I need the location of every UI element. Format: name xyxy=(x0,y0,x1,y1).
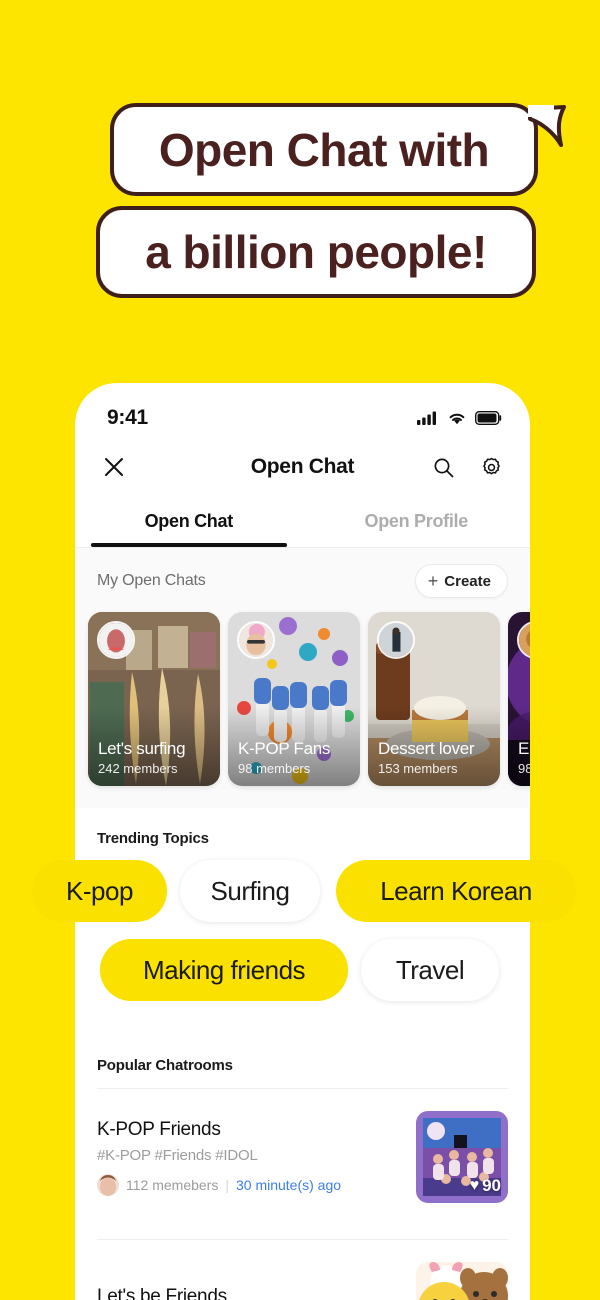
card-title: E xyxy=(518,739,530,758)
status-bar: 9:41 xyxy=(75,383,530,439)
headline-line-2: a billion people! xyxy=(145,226,487,278)
open-chat-card[interactable]: E 98 xyxy=(508,612,530,786)
search-button[interactable] xyxy=(426,450,460,484)
card-title: Let's surfing xyxy=(98,739,186,758)
meta-separator: | xyxy=(225,1176,229,1193)
avatar-image xyxy=(519,623,530,657)
card-member-count: 98 members xyxy=(238,761,311,776)
card-meta: K-POP Fans 98 members xyxy=(238,739,352,776)
gear-icon xyxy=(482,457,500,474)
tab-open-chat[interactable]: Open Chat xyxy=(75,495,303,547)
chip-learn-korean[interactable]: Learn Korean xyxy=(336,860,576,922)
create-button-label: Create xyxy=(444,572,491,590)
card-title: K-POP Fans xyxy=(238,739,331,758)
chip-label: Learn Korean xyxy=(380,875,532,906)
chip-label: Surfing xyxy=(210,875,290,906)
trending-topics-title: Trending Topics xyxy=(97,830,209,847)
avatar xyxy=(97,1173,119,1196)
card-title: Dessert lover xyxy=(378,739,475,758)
chatroom-info: K-POP Friends #K-POP #Friends #IDOL 112 … xyxy=(97,1119,341,1196)
chip-k-pop[interactable]: K-pop xyxy=(32,860,167,922)
chatroom-tags: #K-POP #Friends #IDOL xyxy=(97,1146,258,1164)
chatroom-name: Let's be Friends xyxy=(97,1285,227,1300)
tab-open-profile-label: Open Profile xyxy=(364,510,469,531)
tab-open-profile[interactable]: Open Profile xyxy=(303,495,531,547)
plus-icon: + xyxy=(427,571,439,591)
open-chat-card[interactable]: K-POP Fans 98 members xyxy=(228,612,360,786)
open-chat-card[interactable]: Dessert lover 153 members xyxy=(368,612,500,786)
card-member-count: 242 members xyxy=(98,761,178,776)
avatar-image xyxy=(379,623,413,657)
chip-label: Travel xyxy=(395,954,465,985)
speech-bubble-tail-icon xyxy=(528,105,566,147)
chatroom-member-count: 112 memebers xyxy=(126,1176,219,1193)
card-meta: Let's surfing 242 members xyxy=(98,739,212,776)
search-icon xyxy=(434,458,453,477)
chatroom-meta: 112 memebers | 30 minute(s) ago xyxy=(97,1173,342,1196)
card-member-count: 98 xyxy=(518,761,530,776)
avatar xyxy=(237,621,275,659)
chatroom-timestamp: 30 minute(s) ago xyxy=(235,1176,342,1193)
card-meta: E 98 xyxy=(518,739,530,776)
like-count-badge: ♥ 90 xyxy=(470,1176,501,1196)
chip-making-friends[interactable]: Making friends xyxy=(100,939,348,1001)
avatar-image xyxy=(239,623,273,657)
headline-bubble-1: Open Chat with xyxy=(110,103,566,196)
avatar xyxy=(97,621,135,659)
chatroom-name: K-POP Friends xyxy=(97,1118,221,1140)
heart-icon: ♥ xyxy=(469,1177,480,1194)
chip-surfing[interactable]: Surfing xyxy=(180,860,320,922)
like-count: 90 xyxy=(482,1176,501,1195)
close-button[interactable] xyxy=(97,450,131,484)
phone-mockup: 9:41 Open Chat Open Chat Open Profile My… xyxy=(75,383,530,1300)
tab-bar: Open Chat Open Profile xyxy=(75,495,530,547)
avatar-image xyxy=(99,623,133,657)
chatroom-list-item[interactable]: Let's be Friends #English #Music #Travel… xyxy=(75,1240,530,1300)
status-time: 9:41 xyxy=(107,406,148,429)
my-open-chats-section: My Open Chats + Create Let's surfing 242… xyxy=(75,548,530,808)
headline-bubble-2: a billion people! xyxy=(96,206,536,298)
chatroom-list-item[interactable]: K-POP Friends #K-POP #Friends #IDOL 112 … xyxy=(75,1089,530,1225)
avatar-image xyxy=(97,1173,119,1196)
chatroom-thumbnail xyxy=(416,1262,508,1300)
tab-open-chat-label: Open Chat xyxy=(144,510,234,531)
card-meta: Dessert lover 153 members xyxy=(378,739,492,776)
my-open-chats-title: My Open Chats xyxy=(97,572,206,589)
chip-travel[interactable]: Travel xyxy=(361,939,499,1001)
chip-label: K-pop xyxy=(66,875,133,906)
settings-button[interactable] xyxy=(474,450,508,484)
avatar xyxy=(377,621,415,659)
status-icons xyxy=(417,411,502,426)
my-open-chats-header: My Open Chats + Create xyxy=(75,564,530,598)
chip-label: Making friends xyxy=(142,954,306,985)
chatroom-thumbnail: ♥ 90 xyxy=(416,1111,508,1203)
close-icon xyxy=(105,458,123,476)
popular-chatrooms-title: Popular Chatrooms xyxy=(97,1057,233,1074)
chatroom-info: Let's be Friends #English #Music #Travel… xyxy=(97,1286,316,1300)
card-member-count: 153 members xyxy=(378,761,458,776)
battery-icon xyxy=(475,411,502,425)
app-bar: Open Chat xyxy=(75,439,530,495)
open-chat-card[interactable]: Let's surfing 242 members xyxy=(88,612,220,786)
open-chat-card-list: Let's surfing 242 members K-POP Fans 98 … xyxy=(75,598,530,808)
wifi-icon xyxy=(449,413,465,424)
app-bar-actions xyxy=(426,450,508,484)
thumbnail-image-kakao-friends xyxy=(416,1262,508,1300)
cellular-signal-icon xyxy=(417,411,436,425)
create-button[interactable]: + Create xyxy=(414,564,508,598)
headline-line-1: Open Chat with xyxy=(158,123,490,176)
